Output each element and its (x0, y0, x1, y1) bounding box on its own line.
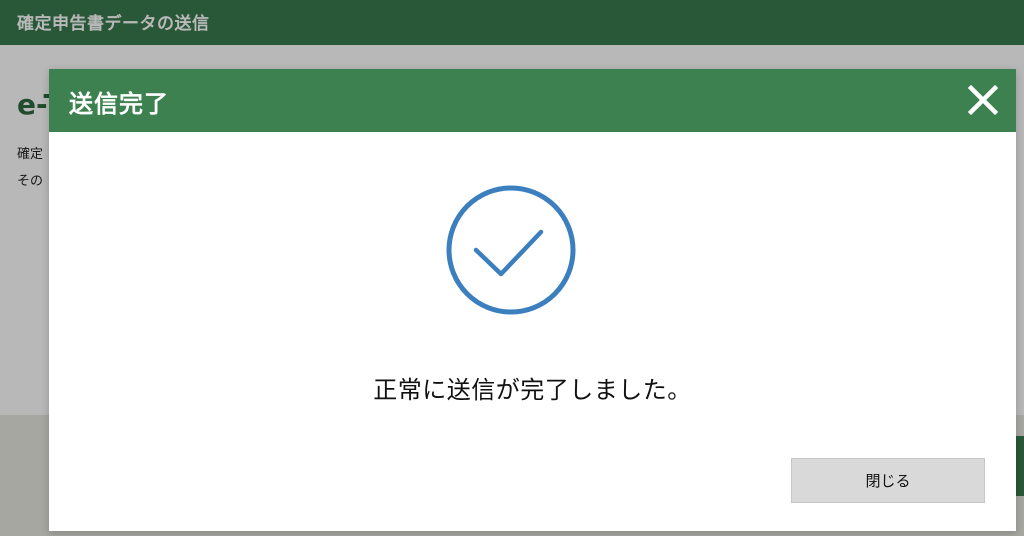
close-button[interactable]: 閉じる (791, 458, 985, 503)
dialog-header: 送信完了 (49, 69, 1016, 132)
success-message: 正常に送信が完了しました。 (373, 376, 692, 404)
dialog-title: 送信完了 (69, 90, 169, 118)
completion-dialog: 送信完了 正常に送信が完了しました。 閉じる (49, 69, 1016, 531)
close-icon[interactable] (966, 83, 1000, 117)
check-circle-icon (445, 184, 577, 316)
